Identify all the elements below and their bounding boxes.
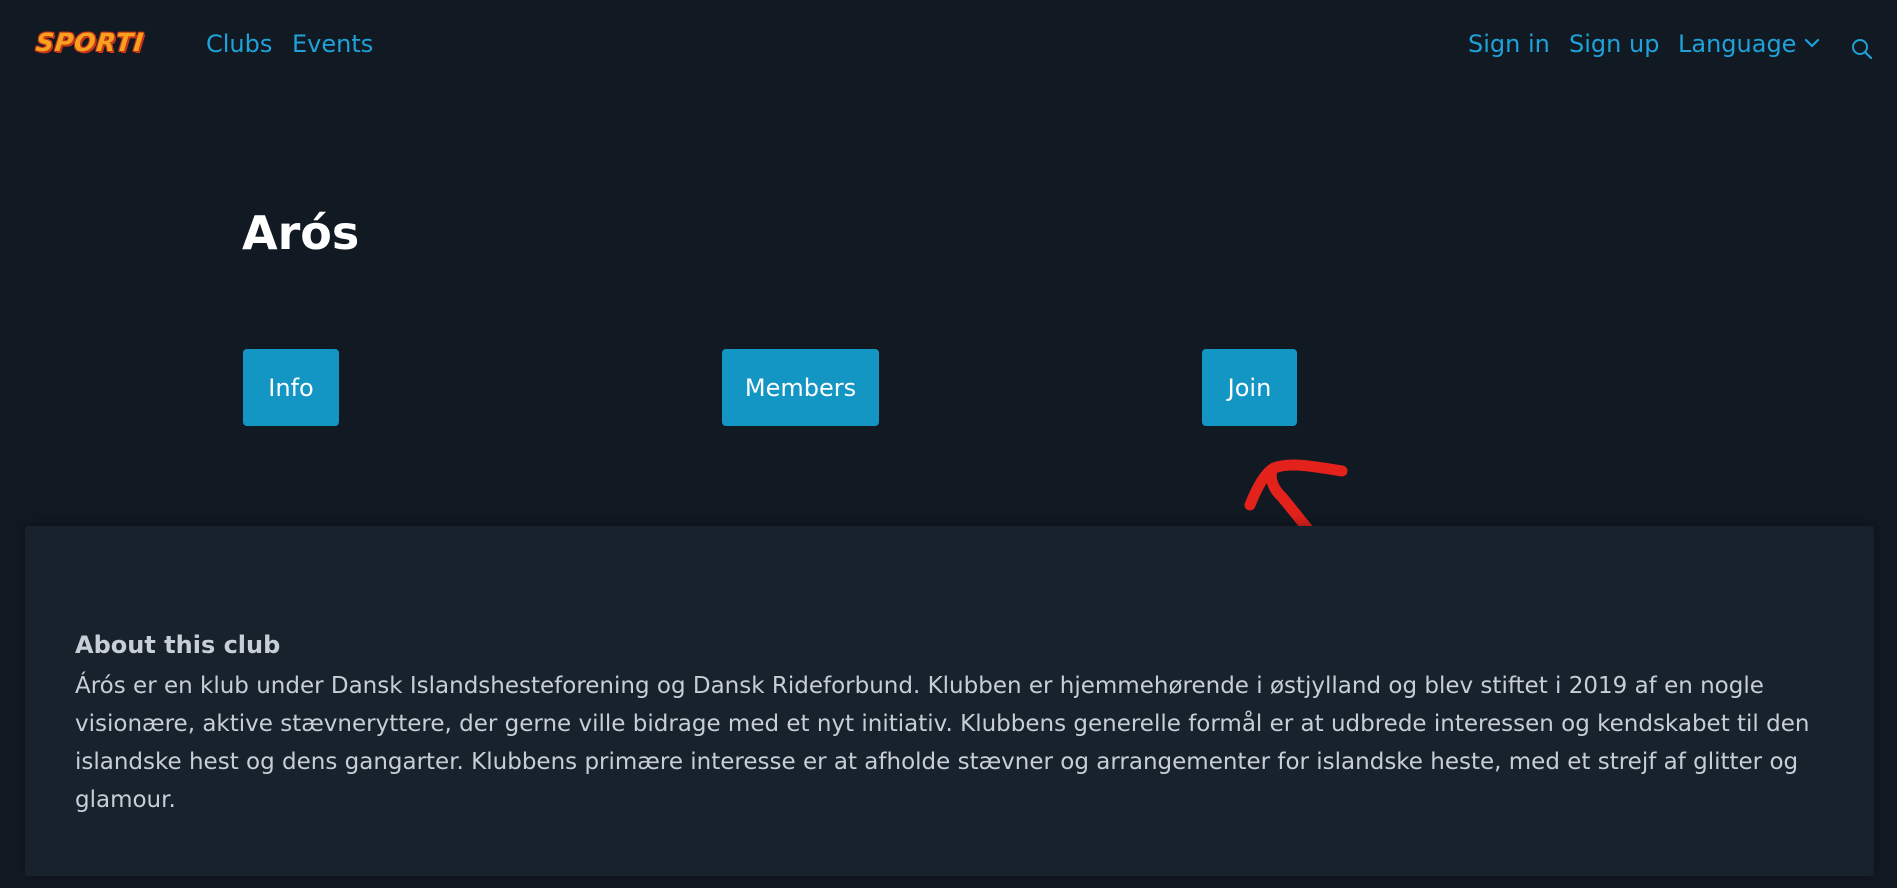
page: SPORTI Clubs Events Sign in Sign up Lang… — [0, 0, 1897, 888]
language-dropdown[interactable]: Language — [1678, 32, 1796, 56]
about-card: About this club Árós er en klub under Da… — [25, 526, 1874, 876]
club-title: Arós — [242, 206, 360, 260]
nav-link-events[interactable]: Events — [292, 32, 373, 56]
sporti-logo[interactable]: SPORTI — [34, 28, 145, 57]
nav-link-clubs[interactable]: Clubs — [206, 32, 272, 56]
about-heading: About this club — [75, 631, 281, 659]
members-button[interactable]: Members — [722, 349, 879, 426]
search-icon[interactable] — [1850, 37, 1874, 61]
sign-in-link[interactable]: Sign in — [1468, 32, 1550, 56]
navbar: SPORTI Clubs Events Sign in Sign up Lang… — [0, 0, 1897, 96]
info-button[interactable]: Info — [243, 349, 339, 426]
join-button[interactable]: Join — [1202, 349, 1297, 426]
about-text: Árós er en klub under Dansk Islandsheste… — [75, 673, 1810, 813]
sign-up-link[interactable]: Sign up — [1569, 32, 1659, 56]
chevron-down-icon[interactable] — [1804, 37, 1820, 49]
